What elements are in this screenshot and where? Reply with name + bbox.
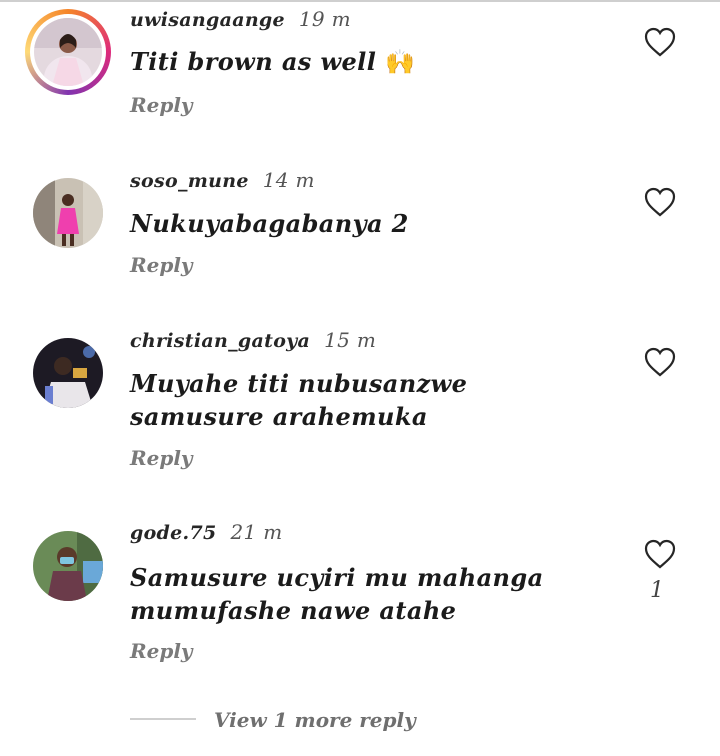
top-divider (0, 0, 720, 2)
view-more-replies[interactable]: View 1 more reply (130, 708, 550, 738)
view-more-label[interactable]: View 1 more reply (214, 708, 416, 732)
comment-username[interactable]: gode.75 21 m (130, 520, 282, 544)
avatar[interactable] (33, 531, 103, 601)
comment-username[interactable]: soso_mune 14 m (130, 168, 315, 192)
avatar[interactable] (33, 338, 103, 408)
reply-button[interactable]: Reply (130, 253, 193, 277)
heart-outline-icon[interactable] (643, 538, 677, 570)
raising-hands-emoji: 🙌 (384, 47, 416, 76)
reply-button[interactable]: Reply (130, 639, 193, 663)
avatar (34, 18, 102, 86)
comment-text: Nukuyabagabanya 2 (130, 209, 409, 238)
comment-text: Muyahe titi nubusanzwe samusure arahemuk… (130, 369, 468, 431)
heart-outline-icon[interactable] (643, 26, 677, 58)
comment-time: 19 m (298, 7, 351, 31)
heart-outline-icon[interactable] (643, 186, 677, 218)
comment-username[interactable]: uwisangaange 19 m (130, 7, 351, 31)
like-count[interactable]: 1 (650, 578, 664, 603)
avatar[interactable] (33, 178, 103, 248)
heart-outline-icon[interactable] (643, 346, 677, 378)
comment-text: Samusure ucyiri mu mahanga mumufashe naw… (130, 563, 544, 625)
reply-button[interactable]: Reply (130, 446, 193, 470)
comment-time: 14 m (262, 168, 315, 192)
comment-text: Titi brown as well 🙌 (130, 47, 416, 76)
view-more-divider (130, 718, 196, 720)
comment-time: 21 m (230, 520, 283, 544)
comment-time: 15 m (324, 328, 377, 352)
reply-button[interactable]: Reply (130, 93, 193, 117)
avatar-story-ring[interactable] (25, 9, 111, 95)
comment-username[interactable]: christian_gatoya 15 m (130, 328, 376, 352)
